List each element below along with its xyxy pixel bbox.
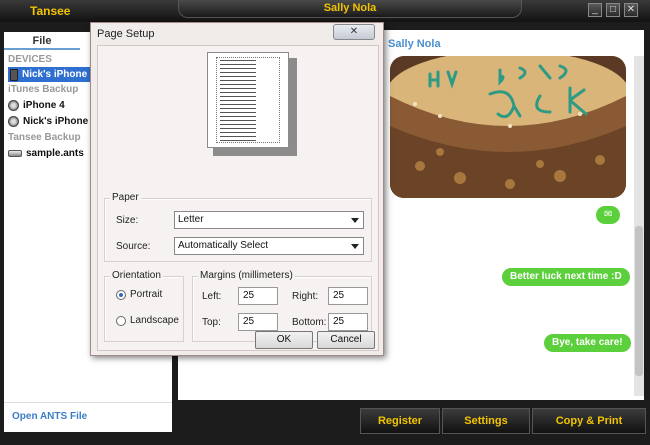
sidebar-item-backup-2[interactable]: Nick's iPhone [8, 114, 88, 129]
dialog-title: Page Setup [97, 28, 155, 40]
page-preview [207, 52, 289, 148]
page-setup-dialog: Page Setup ✕ Paper Size: Letter Source: … [90, 22, 384, 356]
minimize-button[interactable]: _ [588, 3, 602, 17]
portrait-radio[interactable] [116, 290, 126, 300]
message-bubble: Better luck next time :D [502, 268, 630, 286]
landscape-label[interactable]: Landscape [130, 315, 179, 326]
chevron-down-icon [351, 218, 359, 223]
margin-top-label: Top: [202, 317, 221, 328]
section-devices: DEVICES [8, 54, 52, 65]
margin-right-label: Right: [292, 291, 319, 302]
margin-top-input[interactable]: 25 [238, 313, 278, 331]
margins-group-label: Margins (millimeters) [198, 270, 295, 281]
section-itunes-backup: iTunes Backup [8, 84, 79, 95]
margin-left-label: Left: [202, 291, 222, 302]
ok-button[interactable]: OK [255, 331, 313, 349]
phone-icon [10, 68, 18, 81]
contact-name: Sally Nola [388, 38, 441, 50]
sidebar-item-device[interactable]: Nick's iPhone [8, 67, 96, 82]
orientation-group [104, 276, 184, 342]
title-bar: Tansee Sally Nola _ □ ✕ [0, 0, 650, 22]
margin-right-input[interactable]: 25 [328, 287, 368, 305]
sidebar-item-label: sample.ants [26, 148, 84, 159]
conversation-scrollbar[interactable] [634, 56, 644, 396]
page-preview-content [216, 57, 280, 143]
margin-bottom-label: Bottom: [292, 317, 327, 328]
app-title: Tansee [30, 4, 71, 18]
dialog-close-button[interactable]: ✕ [333, 24, 375, 40]
maximize-button[interactable]: □ [606, 3, 620, 17]
open-ants-file-link[interactable]: Open ANTS File [12, 411, 87, 422]
itunes-icon [8, 116, 19, 127]
dialog-body: Paper Size: Letter Source: Automatically… [97, 45, 379, 351]
section-tansee-backup: Tansee Backup [8, 132, 81, 143]
register-button[interactable]: Register [360, 408, 440, 434]
settings-button[interactable]: Settings [442, 408, 530, 434]
divider [4, 402, 172, 403]
sidebar-item-label: Nick's iPhone [22, 69, 88, 80]
sidebar-item-label: iPhone 4 [23, 100, 65, 111]
scrollbar-thumb[interactable] [635, 226, 643, 376]
sidebar-item-backup-1[interactable]: iPhone 4 [8, 98, 65, 113]
message-bubble: ✉ [596, 206, 621, 224]
cake-image [390, 56, 626, 198]
paper-source-select[interactable]: Automatically Select [174, 237, 364, 255]
message-bubble: Bye, take care! [544, 334, 631, 352]
copy-print-button[interactable]: Copy & Print [532, 408, 646, 434]
chevron-down-icon [351, 244, 359, 249]
paper-size-select[interactable]: Letter [174, 211, 364, 229]
margin-bottom-input[interactable]: 25 [328, 313, 368, 331]
itunes-icon [8, 100, 19, 111]
paper-source-value: Automatically Select [178, 240, 269, 251]
cancel-button[interactable]: Cancel [317, 331, 375, 349]
source-label: Source: [116, 241, 151, 252]
orientation-group-label: Orientation [110, 270, 163, 281]
cake-photo [390, 56, 626, 198]
margin-left-input[interactable]: 25 [238, 287, 278, 305]
tab-file[interactable]: File [4, 32, 80, 50]
sidebar-item-tansee-file[interactable]: sample.ants [8, 146, 84, 161]
paper-size-value: Letter [178, 214, 204, 225]
close-button[interactable]: ✕ [624, 3, 638, 17]
paper-group-label: Paper [110, 192, 141, 203]
contact-title-tab: Sally Nola [178, 0, 522, 18]
landscape-radio[interactable] [116, 316, 126, 326]
sidebar-item-label: Nick's iPhone [23, 116, 89, 127]
size-label: Size: [116, 215, 139, 226]
disk-icon [8, 150, 22, 157]
portrait-label[interactable]: Portrait [130, 289, 162, 300]
